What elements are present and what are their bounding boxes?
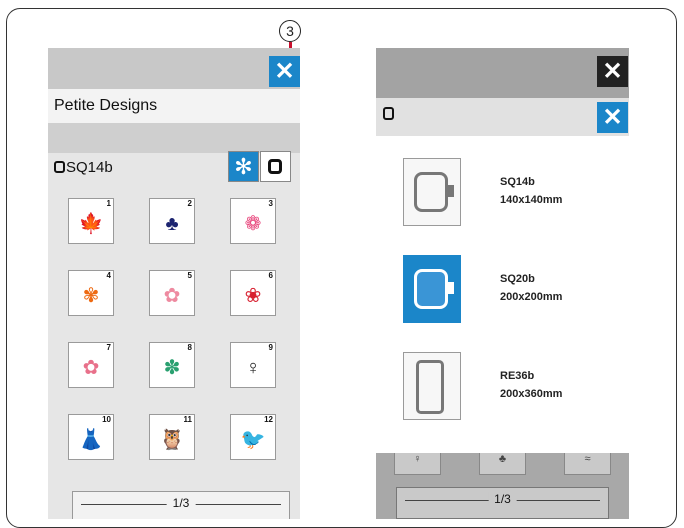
background-design-button: ♣ — [479, 453, 526, 475]
design-tile[interactable]: 8 ✽ — [149, 342, 195, 388]
hoop-label: SQ14b — [66, 159, 113, 176]
hoop-size: 200x360mm — [500, 388, 563, 400]
top-bar — [376, 48, 629, 98]
top-bar — [48, 48, 300, 89]
square-hoop-icon[interactable] — [403, 158, 461, 226]
design-selection-screen: ✕ Petite Designs SQ14b ✻ 1 🍁 2 ♣ 3 ❁ 4 ✾ 5 ✿ 6 ❀ 7 ✿ 8… — [48, 48, 300, 519]
background-screen-bottom: ♀ ♣ ≈ 1/3 — [376, 453, 629, 519]
page-number: 1/3 — [488, 492, 517, 506]
pinwheel-flower-icon: ✽ — [163, 357, 181, 379]
pink-flower-icon: ✿ — [82, 357, 100, 379]
design-tile[interactable]: 11 🦉 — [149, 414, 195, 460]
snowflake-icon: ✻ — [234, 154, 253, 179]
hoop-dialog-header — [376, 98, 629, 136]
hoop-size: 140x140mm — [500, 194, 563, 206]
hoop-icon — [383, 107, 394, 120]
design-number: 11 — [183, 415, 192, 424]
title-bar: Petite Designs — [48, 89, 300, 123]
ballerina-icon: ♀ — [245, 357, 261, 379]
toolbar-strip — [48, 123, 300, 153]
close-dialog-button[interactable]: ✕ — [597, 102, 628, 133]
owl-icon: 🦉 — [159, 429, 185, 451]
design-tile[interactable]: 10 👗 — [68, 414, 114, 460]
bird-icon: 🐦 — [240, 429, 266, 451]
design-tile[interactable]: 1 🍁 — [68, 198, 114, 244]
maple-leaf-icon: 🍁 — [78, 213, 104, 235]
background-design-button: ♀ — [394, 453, 441, 475]
hoop-icon — [54, 161, 65, 173]
close-button[interactable]: ✕ — [597, 56, 628, 87]
dress-form-icon: 👗 — [78, 429, 104, 451]
page-indicator[interactable]: 1/3 — [72, 491, 290, 519]
design-number: 8 — [187, 343, 192, 352]
design-number: 9 — [268, 343, 273, 352]
hoop-name: SQ14b — [500, 176, 535, 188]
hoop-list: SQ14b 140x140mm SQ20b 200x200mm RE36b 200x360… — [376, 136, 629, 453]
hoop-name: SQ20b — [500, 273, 535, 285]
background-design-button: ≈ — [564, 453, 611, 475]
red-flower-icon: ❀ — [244, 285, 262, 307]
design-tile[interactable]: 4 ✾ — [68, 270, 114, 316]
design-number: 3 — [268, 199, 273, 208]
design-number: 2 — [187, 199, 192, 208]
design-tile[interactable]: 7 ✿ — [68, 342, 114, 388]
page-title: Petite Designs — [54, 97, 158, 114]
hoop-option-label: SQ20b 200x200mm — [500, 270, 562, 306]
design-mode-button[interactable]: ✻ — [228, 151, 259, 182]
design-number: 4 — [106, 271, 111, 280]
design-tile[interactable]: 6 ❀ — [230, 270, 276, 316]
design-tile[interactable]: 9 ♀ — [230, 342, 276, 388]
hoop-select-button[interactable] — [260, 151, 291, 182]
hoop-option-label: RE36b 200x360mm — [500, 367, 562, 403]
design-number: 1 — [106, 199, 111, 208]
design-tile[interactable]: 12 🐦 — [230, 414, 276, 460]
design-tile[interactable]: 2 ♣ — [149, 198, 195, 244]
square-hoop-icon[interactable] — [403, 255, 461, 323]
close-button[interactable]: ✕ — [269, 56, 300, 87]
lace-flower-icon: ❁ — [244, 213, 262, 235]
callout-number: 3 — [279, 20, 301, 42]
hoop-name: RE36b — [500, 370, 535, 382]
page-indicator: 1/3 — [396, 487, 609, 519]
hoop-icon — [268, 159, 282, 174]
blossom-icon: ✿ — [163, 285, 181, 307]
hoop-option-label: SQ14b 140x140mm — [500, 173, 562, 209]
design-tile[interactable]: 5 ✿ — [149, 270, 195, 316]
hoop-indicator: SQ14b — [54, 159, 113, 176]
orange-flower-icon: ✾ — [82, 285, 100, 307]
design-number: 12 — [264, 415, 273, 424]
hoop-size: 200x200mm — [500, 291, 563, 303]
rectangle-hoop-icon[interactable] — [403, 352, 461, 420]
design-tile[interactable]: 3 ❁ — [230, 198, 276, 244]
ornament-icon: ♣ — [165, 213, 179, 235]
design-number: 6 — [268, 271, 273, 280]
design-number: 10 — [102, 415, 111, 424]
design-number: 7 — [106, 343, 111, 352]
design-number: 5 — [187, 271, 192, 280]
hoop-selection-screen: ✕ ✕ SQ14b 140x140mm SQ20b 200x200mm RE36b 200… — [376, 48, 629, 519]
page-number: 1/3 — [166, 496, 196, 510]
